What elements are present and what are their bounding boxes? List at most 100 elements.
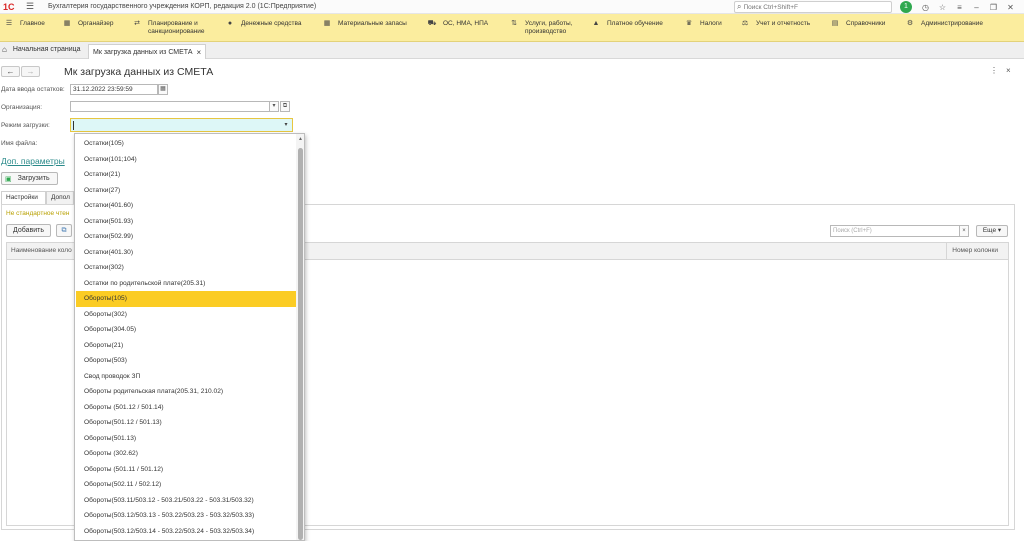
close-icon[interactable]: ✕ — [1002, 3, 1019, 12]
window-title: Бухгалтерия государственного учреждения … — [48, 3, 317, 10]
restore-icon[interactable]: ❐ — [985, 3, 1002, 12]
dropdown-item[interactable]: Остатки(105) — [76, 136, 296, 152]
forward-button[interactable]: → — [21, 66, 40, 77]
favorites-star-icon[interactable]: ☆ — [934, 3, 951, 12]
table-search-input[interactable]: Поиск (Ctrl+F) — [830, 225, 968, 237]
tab-home-label: Начальная страница — [12, 46, 81, 53]
mode-dropdown-list[interactable]: Остатки(105) Остатки(101;104) Остатки(21) О… — [74, 133, 305, 541]
menu-item-1[interactable]: ▦ Органайзер — [62, 20, 132, 28]
organization-label: Организация: — [1, 104, 43, 111]
dropdown-item[interactable]: Остатки по родительской плате(205.31) — [76, 276, 296, 292]
clear-search-icon[interactable]: × — [959, 225, 969, 237]
dropdown-item[interactable]: Обороты (501.11 / 501.12) — [76, 462, 296, 478]
title-bar: 1С ☰ Бухгалтерия государственного учрежд… — [0, 0, 1024, 14]
minimize-icon[interactable]: – — [968, 3, 985, 12]
menu-item-10[interactable]: ▤ Справочники — [830, 20, 905, 28]
back-button[interactable]: ← — [1, 66, 20, 77]
dropdown-item[interactable]: Остатки(501.93) — [76, 214, 296, 230]
arrow-right-icon: → — [26, 67, 35, 76]
menu-icon: ⇄ — [134, 20, 140, 27]
dropdown-item[interactable]: Остатки(21) — [76, 167, 296, 183]
menu-item-8[interactable]: ♛ Налоги — [684, 20, 740, 28]
dropdown-item[interactable]: Обороты(302) — [76, 307, 296, 323]
tab-settings[interactable]: Настройки — [1, 191, 46, 204]
menu-item-3[interactable]: ● Денежные средства — [225, 20, 322, 28]
load-button[interactable]: ▣ Загрузить — [1, 172, 58, 185]
tab-additional[interactable]: Допол — [46, 191, 74, 204]
dropdown-item[interactable]: Остатки(401.30) — [76, 245, 296, 261]
dropdown-item[interactable]: Свод проводок ЗП — [76, 369, 296, 385]
mode-label: Режим загрузки: — [1, 122, 50, 129]
home-icon: ⌂ — [2, 45, 7, 54]
sections-menu: ☰ Главное ▦ Органайзер ⇄ Планирование и сан… — [0, 14, 1024, 42]
main-menu-icon[interactable]: ☰ — [26, 1, 42, 12]
menu-icon: ▦ — [63, 20, 71, 27]
menu-item-5[interactable]: ⛟ ОС, НМА, НПА — [427, 20, 509, 28]
dropdown-item[interactable]: Обороты(501.12 / 501.13) — [76, 415, 296, 431]
dropdown-item[interactable]: Обороты(105) — [76, 291, 296, 307]
calendar-icon[interactable]: ▦ — [158, 84, 168, 95]
form-title: Мк загрузка данных из СМЕТА — [64, 66, 214, 78]
tab-active-form[interactable]: Мк загрузка данных из СМЕТА × — [88, 44, 207, 59]
menu-item-2[interactable]: ⇄ Планирование и санкционирование — [132, 20, 225, 36]
dropdown-item[interactable]: Обороты(501.13) — [76, 431, 296, 447]
dropdown-item[interactable]: Обороты(503) — [76, 353, 296, 369]
dropdown-item[interactable]: Обороты(503.12/503.13 - 503.22/503.23 - … — [76, 508, 296, 524]
scrollbar-thumb[interactable] — [298, 148, 303, 540]
app-logo: 1С — [3, 1, 15, 12]
menu-icon: ⇅ — [511, 20, 517, 27]
tab-home[interactable]: ⌂ Начальная страница — [2, 45, 81, 54]
warning-text: Не стандартное чтен — [6, 210, 70, 217]
more-actions-icon[interactable]: ⋮ — [990, 66, 998, 75]
close-tab-icon[interactable]: × — [197, 48, 202, 57]
file-name-label: Имя файла: — [1, 140, 38, 147]
menu-item-6[interactable]: ⇅ Услуги, работы, производство — [509, 20, 591, 36]
dropdown-item[interactable]: Остатки(401.60) — [76, 198, 296, 214]
global-search-input[interactable] — [743, 3, 884, 11]
history-icon[interactable]: ◷ — [917, 3, 934, 12]
column-number-header[interactable]: Номер колонки — [952, 247, 998, 254]
chevron-down-icon[interactable]: ▾ — [282, 121, 290, 130]
notifications-icon[interactable]: 1 — [900, 1, 912, 13]
dropdown-item[interactable]: Остатки(302) — [76, 260, 296, 276]
menu-icon: ⚖ — [741, 20, 749, 27]
scroll-up-icon[interactable]: ▲ — [296, 136, 304, 142]
extra-params-link[interactable]: Доп. параметры — [1, 156, 65, 166]
dropdown-item[interactable]: Обороты(304.05) — [76, 322, 296, 338]
close-form-icon[interactable]: × — [1006, 66, 1011, 75]
dropdown-item[interactable]: Обороты(502.11 / 502.12) — [76, 477, 296, 493]
column-name-header[interactable]: Наименование коло — [11, 247, 72, 254]
dropdown-item[interactable]: Обороты(21) — [76, 338, 296, 354]
chevron-down-icon[interactable]: ▾ — [269, 101, 279, 112]
dropdown-item[interactable]: Обороты (302.62) — [76, 446, 296, 462]
menu-icon: ☰ — [5, 20, 13, 27]
copy-icon[interactable]: ⧉ — [56, 224, 72, 237]
text-caret — [73, 121, 74, 130]
dropdown-items: Остатки(105) Остатки(101;104) Остатки(21) О… — [76, 136, 296, 539]
dropdown-item[interactable]: Обороты(503.11/503.12 - 503.21/503.22 - … — [76, 493, 296, 509]
menu-icon: ▦ — [323, 20, 331, 27]
global-search[interactable]: ⌕ — [734, 1, 892, 13]
open-link-icon[interactable]: ⧉ — [280, 101, 290, 112]
menu-item-11[interactable]: ⚙ Администрирование — [905, 20, 1000, 28]
organization-field[interactable] — [70, 101, 270, 112]
add-button[interactable]: Добавить — [6, 224, 51, 237]
mode-field[interactable]: ▾ — [70, 118, 293, 132]
menu-item-0[interactable]: ☰ Главное — [4, 20, 62, 28]
dropdown-item[interactable]: Остатки(502.99) — [76, 229, 296, 245]
menu-item-9[interactable]: ⚖ Учет и отчетность — [740, 20, 830, 28]
dropdown-item[interactable]: Остатки(27) — [76, 183, 296, 199]
menu-item-7[interactable]: ▲ Платное обучение — [591, 20, 684, 28]
dropdown-item[interactable]: Обороты родительская плата(205.31, 210.0… — [76, 384, 296, 400]
dropdown-item[interactable]: Обороты(503.12/503.14 - 503.22/503.24 - … — [76, 524, 296, 540]
dropdown-item[interactable]: Остатки(101;104) — [76, 152, 296, 168]
dropdown-item[interactable]: Обороты (501.12 / 501.14) — [76, 400, 296, 416]
more-button-label: Еще — [982, 227, 997, 234]
menu-item-4[interactable]: ▦ Материальные запасы — [322, 20, 427, 28]
dropdown-scrollbar[interactable]: ▲ — [296, 134, 304, 540]
settings-menu-icon[interactable]: ≡ — [951, 3, 968, 12]
more-button[interactable]: Еще ▾ — [976, 225, 1008, 237]
menu-icon: ♛ — [685, 20, 693, 27]
column-divider — [946, 243, 947, 259]
date-field[interactable]: 31.12.2022 23:59:59 — [70, 84, 158, 95]
